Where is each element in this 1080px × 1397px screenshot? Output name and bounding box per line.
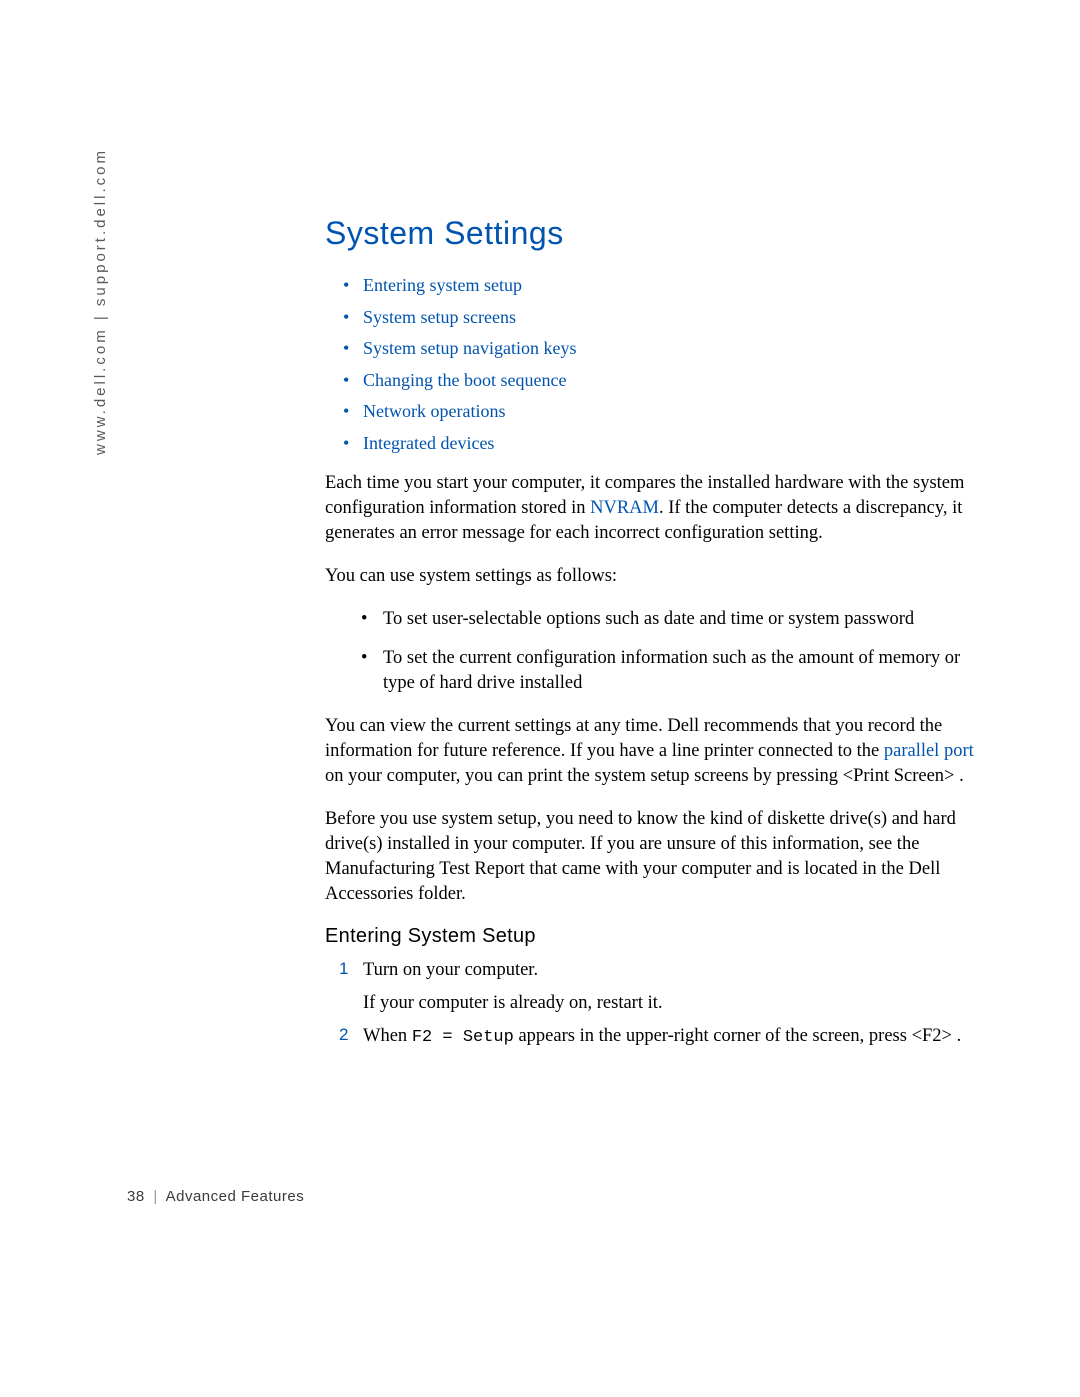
step-text: When (363, 1026, 412, 1046)
entering-setup-heading: Entering System Setup (325, 925, 990, 948)
sidebar-url: www.dell.com | support.dell.com (92, 148, 109, 455)
toc-list: Entering system setup System setup scree… (325, 270, 990, 459)
toc-item[interactable]: Integrated devices (325, 428, 990, 460)
list-item: To set the current configuration informa… (325, 646, 990, 696)
step-item: 2 When F2 = Setup appears in the upper-r… (325, 1024, 990, 1050)
usage-list: To set user-selectable options such as d… (325, 607, 990, 696)
step-item: 1 Turn on your computer. If your compute… (325, 958, 990, 1016)
toc-item[interactable]: System setup screens (325, 302, 990, 334)
toc-item[interactable]: Entering system setup (325, 270, 990, 302)
nvram-link[interactable]: NVRAM (590, 498, 659, 518)
toc-item[interactable]: System setup navigation keys (325, 333, 990, 365)
step-text: Turn on your computer. (363, 960, 538, 980)
prerequisite-paragraph: Before you use system setup, you need to… (325, 807, 990, 907)
step-followup: If your computer is already on, restart … (363, 991, 990, 1016)
steps-list: 1 Turn on your computer. If your compute… (325, 958, 990, 1050)
list-item: To set user-selectable options such as d… (325, 607, 990, 632)
footer-separator: | (153, 1188, 157, 1205)
usage-intro: You can use system settings as follows: (325, 564, 990, 589)
intro-paragraph: Each time you start your computer, it co… (325, 471, 990, 546)
view-settings-paragraph: You can view the current settings at any… (325, 714, 990, 789)
main-content: System Settings Entering system setup Sy… (325, 215, 990, 1057)
page-footer: 38 | Advanced Features (127, 1188, 304, 1205)
text-span: You can view the current settings at any… (325, 716, 942, 761)
toc-item[interactable]: Changing the boot sequence (325, 365, 990, 397)
step-number: 1 (339, 958, 348, 981)
step-text: appears in the upper-right corner of the… (514, 1026, 961, 1046)
page-title: System Settings (325, 215, 990, 252)
section-name: Advanced Features (166, 1188, 305, 1205)
text-span: on your computer, you can print the syst… (325, 766, 964, 786)
page-number: 38 (127, 1188, 145, 1205)
parallel-port-link[interactable]: parallel port (884, 741, 974, 761)
keypress-mono: F2 = Setup (412, 1028, 514, 1047)
step-number: 2 (339, 1024, 348, 1047)
toc-item[interactable]: Network operations (325, 396, 990, 428)
